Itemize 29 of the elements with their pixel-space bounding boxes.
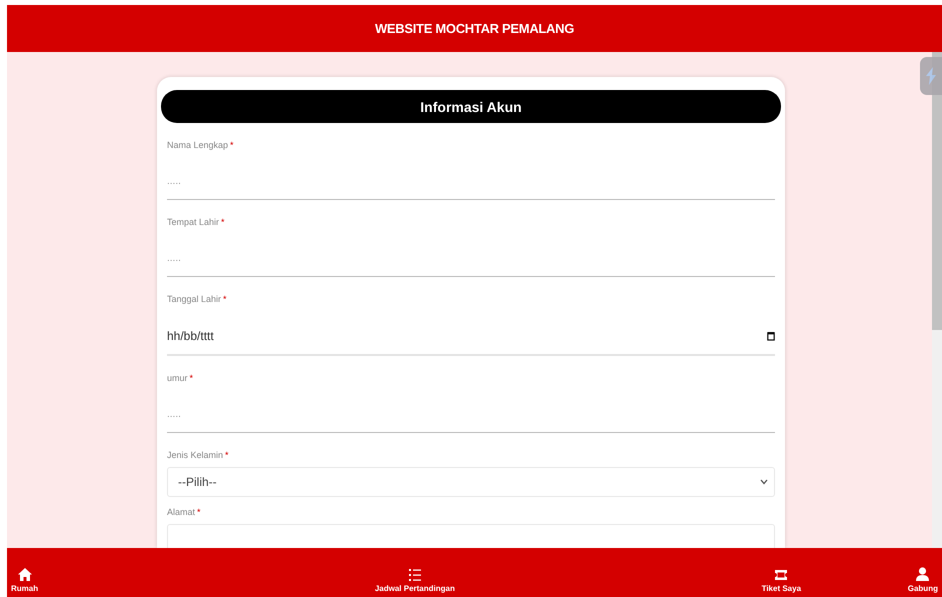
nav-item[interactable]: Gabung [904, 567, 942, 593]
field-label: umur [167, 373, 188, 384]
required-mark: * [190, 373, 194, 384]
field-label: Tanggal Lahir [167, 294, 222, 305]
calendar-icon[interactable] [767, 330, 775, 340]
field-label: Alamat [167, 507, 196, 518]
nav-item[interactable]: Tiket Saya [758, 569, 806, 593]
date-field[interactable]: hh/bb/tttt [167, 317, 775, 356]
nav-item[interactable]: Jadwal Pertandingan [370, 569, 459, 593]
chevron-down-icon [760, 479, 768, 485]
required-mark: * [197, 507, 201, 518]
scrollbar[interactable] [932, 52, 942, 548]
field-label: Jenis Kelamin [167, 450, 224, 461]
select-field[interactable]: --Pilih-- [167, 467, 775, 497]
field-label: Tempat Lahir [167, 217, 220, 228]
user-icon [916, 567, 930, 581]
required-mark: * [223, 294, 227, 305]
field-label: Nama Lengkap [167, 140, 228, 151]
floating-widget-button[interactable] [920, 57, 942, 95]
required-mark: * [221, 217, 225, 228]
nav-item[interactable]: Rumah [7, 568, 42, 593]
required-mark: * [230, 140, 234, 151]
bolt-icon [924, 66, 938, 86]
required-mark: * [225, 450, 229, 461]
list-icon [408, 569, 421, 581]
site-title: WEBSITE MOCHTAR PEMALANG [374, 21, 574, 36]
ticket-icon [774, 569, 788, 581]
section-title: Informasi Akun [161, 90, 781, 123]
home-icon [18, 568, 32, 581]
